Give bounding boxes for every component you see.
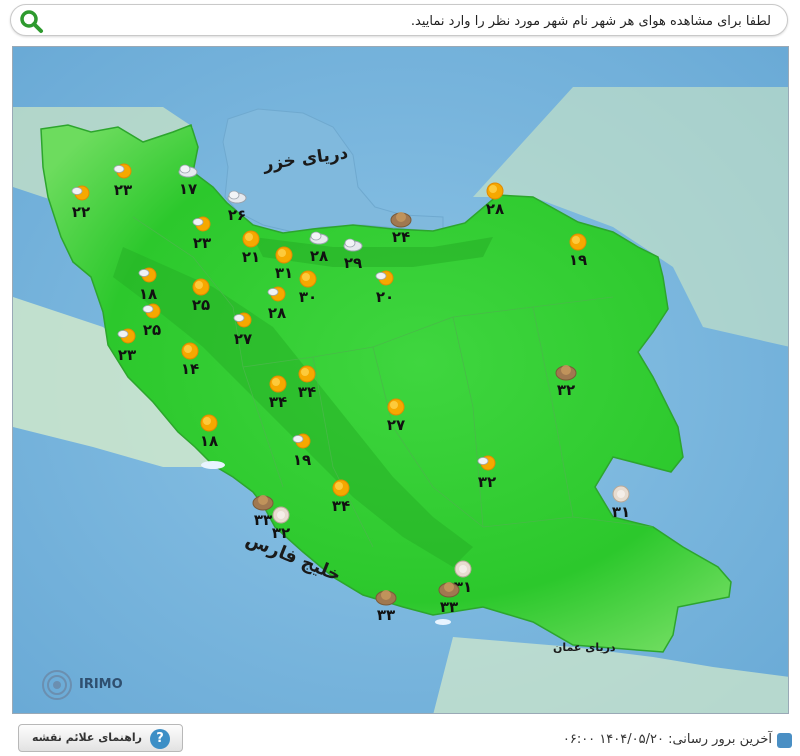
city-temperature: ۳۴ (297, 383, 317, 401)
last-update-label: آخرین برور رسانی: (668, 732, 772, 747)
city-marker[interactable]: ۲۲ (61, 182, 101, 220)
city-temperature: ۱۷ (178, 180, 198, 198)
city-temperature: ۲۴ (391, 228, 411, 246)
search-bar (10, 4, 788, 36)
update-icon (777, 733, 792, 748)
city-temperature: ۲۸ (485, 200, 505, 218)
city-temperature: ۲۶ (227, 206, 247, 224)
search-icon[interactable] (17, 7, 45, 35)
city-temperature: ۲۰ (375, 288, 395, 306)
city-temperature: ۲۷ (386, 416, 406, 434)
city-temperature: ۳۴ (331, 497, 351, 515)
city-temperature: ۳۲ (477, 473, 497, 491)
city-temperature: ۱۹ (292, 451, 312, 469)
city-temperature: ۳۲ (556, 381, 576, 399)
city-temperature: ۳۳ (376, 606, 396, 624)
city-marker[interactable]: ۳۳ (429, 577, 469, 615)
city-marker[interactable]: ۳۴ (321, 476, 361, 514)
help-icon: ? (150, 729, 170, 749)
last-update-value: ۱۴۰۴/۰۵/۲۰ ۰۶:۰۰ (562, 732, 664, 747)
city-marker[interactable]: ۲۹ (333, 233, 373, 271)
city-temperature: ۱۹ (568, 251, 588, 269)
city-marker[interactable]: ۲۵ (181, 275, 221, 313)
city-marker[interactable]: ۱۸ (128, 264, 168, 302)
city-marker[interactable]: ۳۲ (261, 503, 301, 541)
city-marker[interactable]: ۱۹ (558, 230, 598, 268)
last-update-info: آخرین برور رسانی: ۱۴۰۴/۰۵/۲۰ ۰۶:۰۰ (563, 732, 772, 747)
city-temperature: ۱۸ (199, 432, 219, 450)
city-marker[interactable]: ۲۰ (365, 267, 405, 305)
map-legend-button[interactable]: ? راهنمای علائم نقشه (18, 724, 183, 752)
city-temperature: ۳۲ (271, 524, 291, 542)
city-marker[interactable]: ۲۳ (107, 325, 147, 363)
city-temperature: ۳۱ (611, 503, 631, 521)
city-marker[interactable]: ۳۳ (366, 585, 406, 623)
city-temperature: ۳۰ (298, 288, 318, 306)
city-marker[interactable]: ۲۳ (103, 160, 143, 198)
city-temperature: ۱۴ (180, 360, 200, 378)
city-marker[interactable]: ۱۴ (170, 339, 210, 377)
city-temperature: ۲۳ (117, 346, 137, 364)
map-legend-button-label: راهنمای علائم نقشه (32, 731, 142, 744)
irimo-logo-text: IRIMO (79, 677, 123, 692)
city-temperature: ۲۷ (233, 330, 253, 348)
city-marker[interactable]: ۳۱ (601, 482, 641, 520)
city-marker[interactable]: ۳۰ (288, 267, 328, 305)
city-marker[interactable]: ۲۳ (182, 213, 222, 251)
city-temperature: ۲۵ (191, 296, 211, 314)
weather-map: دریای خزر خلیج فارس دریای عمان ۲۲ ۲۳ ۱۷ ۲۶ ۲… (12, 46, 789, 714)
city-marker[interactable]: ۲۷ (376, 395, 416, 433)
city-temperature: ۲۳ (192, 234, 212, 252)
city-search-input[interactable] (51, 9, 773, 33)
city-marker[interactable]: ۳۲ (546, 360, 586, 398)
city-marker[interactable]: ۲۷ (223, 309, 263, 347)
city-marker[interactable]: ۱۷ (168, 159, 208, 197)
city-marker[interactable]: ۱۹ (282, 430, 322, 468)
city-marker[interactable]: ۳۴ (287, 362, 327, 400)
gulf-of-oman-label: دریای عمان (553, 641, 616, 654)
city-temperature: ۳۳ (439, 598, 459, 616)
city-marker[interactable]: ۲۸ (475, 179, 515, 217)
city-temperature: ۲۳ (113, 181, 133, 199)
city-marker[interactable]: ۲۶ (217, 185, 257, 223)
city-marker[interactable]: ۲۴ (381, 207, 421, 245)
city-marker[interactable]: ۳۲ (467, 452, 507, 490)
city-temperature: ۲۲ (71, 203, 91, 221)
city-temperature: ۲۸ (267, 304, 287, 322)
city-marker[interactable]: ۱۸ (189, 411, 229, 449)
